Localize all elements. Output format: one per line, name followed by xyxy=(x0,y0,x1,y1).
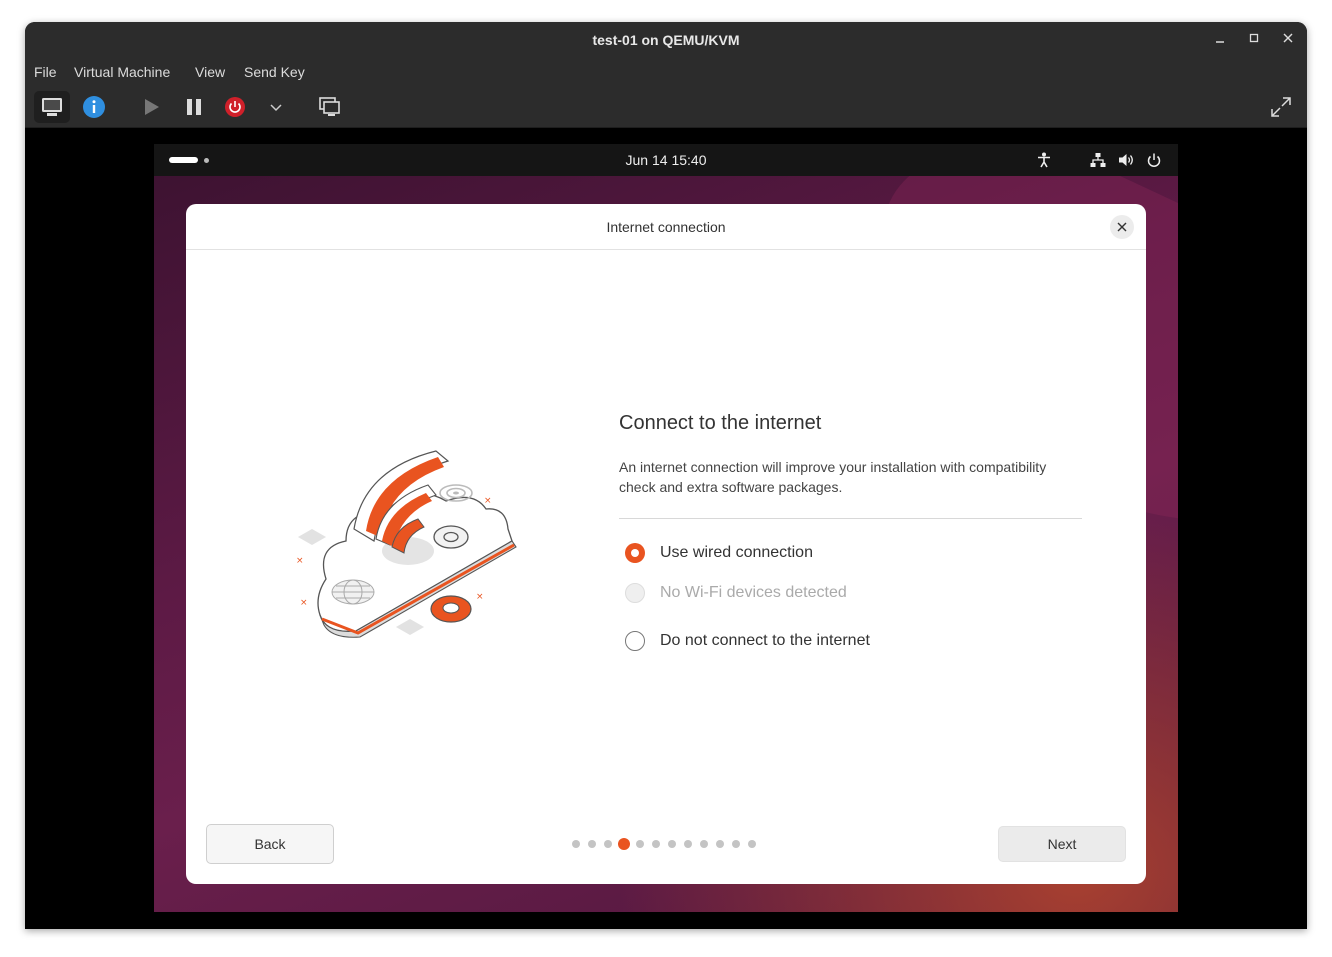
svg-text:×: × xyxy=(300,598,308,608)
close-icon xyxy=(1117,222,1127,232)
step-dot-current xyxy=(618,838,630,850)
accessibility-icon[interactable] xyxy=(1037,152,1051,168)
step-dot xyxy=(636,840,644,848)
gnome-top-bar: Jun 14 15:40 xyxy=(154,144,1178,176)
snapshots-icon xyxy=(319,97,340,116)
console-button[interactable] xyxy=(34,91,70,123)
maximize-icon[interactable] xyxy=(1246,32,1262,48)
svg-text:×: × xyxy=(484,496,492,506)
step-dot xyxy=(652,840,660,848)
option-wired-label: Use wired connection xyxy=(660,544,813,561)
menu-bar: File Virtual Machine View Send Key xyxy=(25,59,1307,85)
option-offline[interactable]: Do not connect to the internet xyxy=(625,631,870,651)
shutdown-button[interactable] xyxy=(219,91,251,123)
minimize-icon[interactable] xyxy=(1212,32,1228,48)
divider xyxy=(619,518,1082,519)
details-button[interactable] xyxy=(78,91,110,123)
option-offline-label: Do not connect to the internet xyxy=(660,632,870,649)
menu-view[interactable]: View xyxy=(195,64,225,80)
next-button[interactable]: Next xyxy=(998,826,1126,862)
dialog-title: Internet connection xyxy=(606,219,726,235)
chevron-down-icon xyxy=(270,104,282,112)
snapshots-button[interactable] xyxy=(314,91,346,123)
fullscreen-button[interactable] xyxy=(1265,91,1297,123)
step-indicator xyxy=(572,838,764,850)
menu-file[interactable]: File xyxy=(34,64,57,80)
monitor-icon xyxy=(42,98,62,116)
step-dot xyxy=(588,840,596,848)
step-dot xyxy=(668,840,676,848)
vm-display[interactable]: Jun 14 15:40 Internet connection × × × ×… xyxy=(25,128,1307,929)
power-icon xyxy=(225,97,245,117)
play-icon xyxy=(145,99,159,115)
pause-icon xyxy=(187,99,201,115)
back-button[interactable]: Back xyxy=(206,824,334,864)
step-dot xyxy=(604,840,612,848)
step-dot xyxy=(700,840,708,848)
power-menu-icon[interactable] xyxy=(1146,152,1162,168)
menu-send-key[interactable]: Send Key xyxy=(244,64,305,80)
clock[interactable]: Jun 14 15:40 xyxy=(154,152,1178,168)
shutdown-menu-button[interactable] xyxy=(260,91,292,123)
toolbar xyxy=(25,85,1307,128)
guest-screen[interactable]: Jun 14 15:40 Internet connection × × × ×… xyxy=(154,144,1178,912)
window-title: test-01 on QEMU/KVM xyxy=(592,32,740,48)
step-dot xyxy=(572,840,580,848)
radio-wifi xyxy=(625,583,645,603)
page-heading: Connect to the internet xyxy=(619,412,822,434)
svg-text:×: × xyxy=(476,592,484,602)
dialog-close-button[interactable] xyxy=(1110,215,1134,239)
title-bar[interactable]: test-01 on QEMU/KVM xyxy=(25,22,1307,59)
network-wired-icon[interactable] xyxy=(1090,152,1106,168)
menu-virtual-machine[interactable]: Virtual Machine xyxy=(74,64,170,80)
installer-dialog: Internet connection × × × × Connect to t… xyxy=(186,204,1146,884)
run-button[interactable] xyxy=(135,91,167,123)
step-dot xyxy=(748,840,756,848)
radio-wired[interactable] xyxy=(625,543,645,563)
close-window-icon[interactable] xyxy=(1280,32,1296,48)
step-dot xyxy=(684,840,692,848)
page-description: An internet connection will improve your… xyxy=(619,459,1047,495)
volume-icon[interactable] xyxy=(1118,152,1134,168)
radio-offline[interactable] xyxy=(625,631,645,651)
svg-text:×: × xyxy=(296,556,304,566)
dialog-header: Internet connection xyxy=(186,204,1146,250)
option-wired[interactable]: Use wired connection xyxy=(625,543,813,563)
info-icon xyxy=(83,96,105,118)
pause-button[interactable] xyxy=(178,91,210,123)
step-dot xyxy=(716,840,724,848)
step-dot xyxy=(732,840,740,848)
option-wifi: No Wi-Fi devices detected xyxy=(625,583,847,603)
option-wifi-label: No Wi-Fi devices detected xyxy=(660,584,847,601)
wifi-cloud-illustration: × × × × xyxy=(296,450,517,638)
virt-viewer-window: test-01 on QEMU/KVM File Virtual Machine… xyxy=(25,22,1307,929)
connection-panel: Connect to the internet An internet conn… xyxy=(619,412,1082,519)
fullscreen-icon xyxy=(1271,97,1291,117)
